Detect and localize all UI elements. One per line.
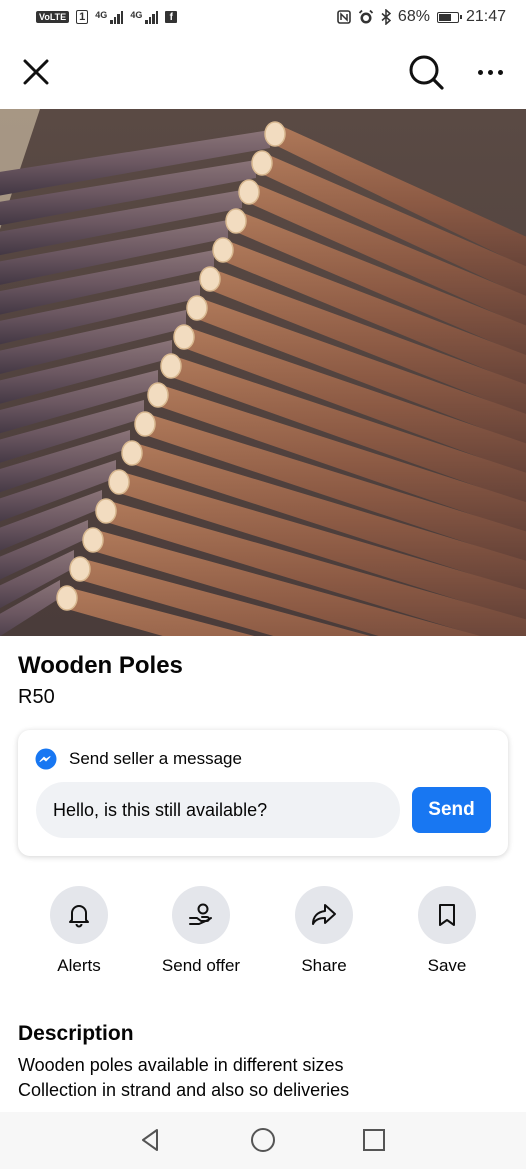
save-label: Save [427, 956, 467, 975]
status-right: 68% 21:47 [337, 8, 506, 26]
alarm-icon [358, 9, 374, 24]
message-input[interactable]: Hello, is this still available? [36, 782, 400, 838]
system-nav-bar [0, 1112, 526, 1169]
battery-icon [436, 11, 462, 23]
recents-square-icon[interactable] [360, 1126, 388, 1154]
pole-end [186, 295, 208, 321]
clock: 21:47 [465, 8, 506, 25]
pole-end [95, 498, 117, 524]
share-icon [312, 904, 336, 925]
offer-icon [189, 903, 212, 925]
more-dot [477, 69, 483, 75]
listing-price: R50 [18, 686, 55, 708]
share-label: Share [301, 956, 347, 975]
search-button[interactable] [404, 50, 448, 94]
share-action[interactable]: Share [269, 886, 379, 976]
facebook-notification-icon: f [165, 11, 178, 23]
pole-end [251, 150, 273, 176]
listing-photo[interactable] [0, 109, 526, 636]
volte-indicator: VoLTE [36, 11, 70, 23]
bookmark-icon [439, 904, 455, 926]
more-dot [497, 69, 503, 75]
search-icon [409, 55, 444, 90]
pole-end [108, 469, 130, 495]
pole-end [199, 266, 221, 292]
top-bar [0, 38, 526, 106]
battery-percent: 68% [397, 8, 430, 25]
pole-end [264, 121, 286, 147]
close-icon [23, 59, 49, 85]
save-action[interactable]: Save [392, 886, 502, 976]
more-dot [487, 69, 493, 75]
bell-icon [69, 905, 89, 928]
pole-end [121, 440, 143, 466]
status-left: VoLTE 1 4G 4G f [36, 10, 178, 24]
more-options-button[interactable] [466, 52, 514, 92]
message-heading: Send seller a message [69, 749, 242, 768]
send-offer-label: Send offer [161, 956, 241, 975]
share-button[interactable] [295, 886, 353, 944]
back-triangle-icon[interactable] [137, 1126, 165, 1154]
send-offer-button[interactable] [172, 886, 230, 944]
pole-end [147, 382, 169, 408]
nfc-icon [337, 10, 351, 24]
send-button[interactable]: Send [412, 787, 491, 833]
bluetooth-icon [381, 9, 391, 25]
alerts-button[interactable] [50, 886, 108, 944]
action-row: Alerts Send offer Share Save [0, 886, 526, 986]
listing-title: Wooden Poles [18, 652, 183, 679]
description-line-1: Wooden poles available in different size… [18, 1055, 344, 1075]
pole-end [225, 208, 247, 234]
messenger-icon [35, 748, 57, 770]
signal-icon-2 [145, 10, 159, 24]
signal-icon [110, 10, 124, 24]
pole-end [238, 179, 260, 205]
description-heading: Description [18, 1022, 134, 1045]
message-seller-card: Send seller a message Hello, is this sti… [18, 730, 508, 856]
network-type-1: 4G [95, 10, 108, 20]
alerts-action[interactable]: Alerts [24, 886, 134, 976]
send-offer-action[interactable]: Send offer [146, 886, 256, 976]
pole-end [173, 324, 195, 350]
close-button[interactable] [16, 52, 56, 92]
pole-end [160, 353, 182, 379]
status-bar: VoLTE 1 4G 4G f 68% 21:47 [0, 0, 526, 34]
message-card-header: Send seller a message [35, 748, 242, 770]
sim1-indicator: 1 [76, 10, 89, 24]
alerts-label: Alerts [57, 956, 101, 975]
pole-end [56, 585, 78, 611]
pole-end [82, 527, 104, 553]
description-line-2: Collection in strand and also so deliver… [18, 1080, 350, 1100]
home-circle-icon[interactable] [249, 1126, 277, 1154]
message-input-value: Hello, is this still available? [53, 799, 268, 820]
wooden-poles-image [0, 109, 526, 636]
battery-fill [438, 13, 451, 21]
save-button[interactable] [418, 886, 476, 944]
network-type-2: 4G [130, 10, 143, 20]
pole-end [134, 411, 156, 437]
pole-end [212, 237, 234, 263]
pole-end [69, 556, 91, 582]
